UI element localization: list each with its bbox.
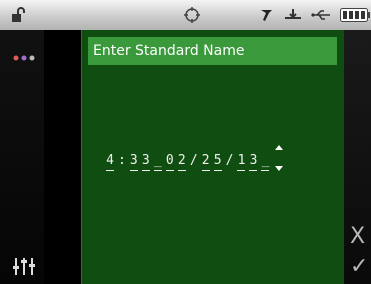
sliders-icon[interactable]	[13, 256, 35, 280]
cancel-button[interactable]: X	[350, 226, 365, 248]
entry-char[interactable]: /	[226, 153, 234, 171]
entry-char[interactable]: 0	[165, 153, 174, 171]
usb-icon[interactable]	[311, 9, 331, 21]
entry-char[interactable]: 5	[213, 153, 222, 171]
color-dots-icon[interactable]	[13, 46, 35, 65]
rail-gap	[44, 30, 81, 284]
main-panel: Enter Standard Name 4:3 3 _ 0 2/2 5/1 3 _	[82, 30, 344, 284]
entry-char[interactable]: /	[190, 153, 198, 171]
tray-icon[interactable]	[284, 8, 302, 22]
entry-char[interactable]: 3	[141, 153, 150, 171]
name-entry-field[interactable]: 4:3 3 _ 0 2/2 5/1 3 _	[106, 145, 284, 171]
entry-char[interactable]: 3	[129, 153, 138, 171]
right-rail: X ✓	[344, 30, 371, 284]
entry-char[interactable]: 2	[201, 153, 210, 171]
entry-char[interactable]: 2	[177, 153, 186, 171]
target-icon[interactable]	[183, 6, 201, 24]
left-rail	[0, 30, 44, 284]
entry-char[interactable]: _	[261, 153, 270, 171]
increment-arrow-icon[interactable]	[275, 145, 284, 150]
entry-char[interactable]: :	[118, 153, 126, 171]
entry-char[interactable]: _	[153, 153, 162, 171]
entry-char[interactable]: 1	[237, 153, 246, 171]
pen-tool-icon[interactable]	[260, 8, 274, 22]
value-spinner[interactable]	[275, 145, 284, 171]
status-bar	[0, 0, 371, 30]
confirm-button[interactable]: ✓	[350, 256, 368, 278]
entry-char[interactable]: 4	[106, 153, 114, 171]
battery-icon	[340, 8, 370, 22]
lock-open-icon[interactable]	[11, 7, 27, 23]
page-title: Enter Standard Name	[88, 37, 337, 65]
decrement-arrow-icon[interactable]	[275, 166, 284, 171]
entry-char[interactable]: 3	[249, 153, 258, 171]
